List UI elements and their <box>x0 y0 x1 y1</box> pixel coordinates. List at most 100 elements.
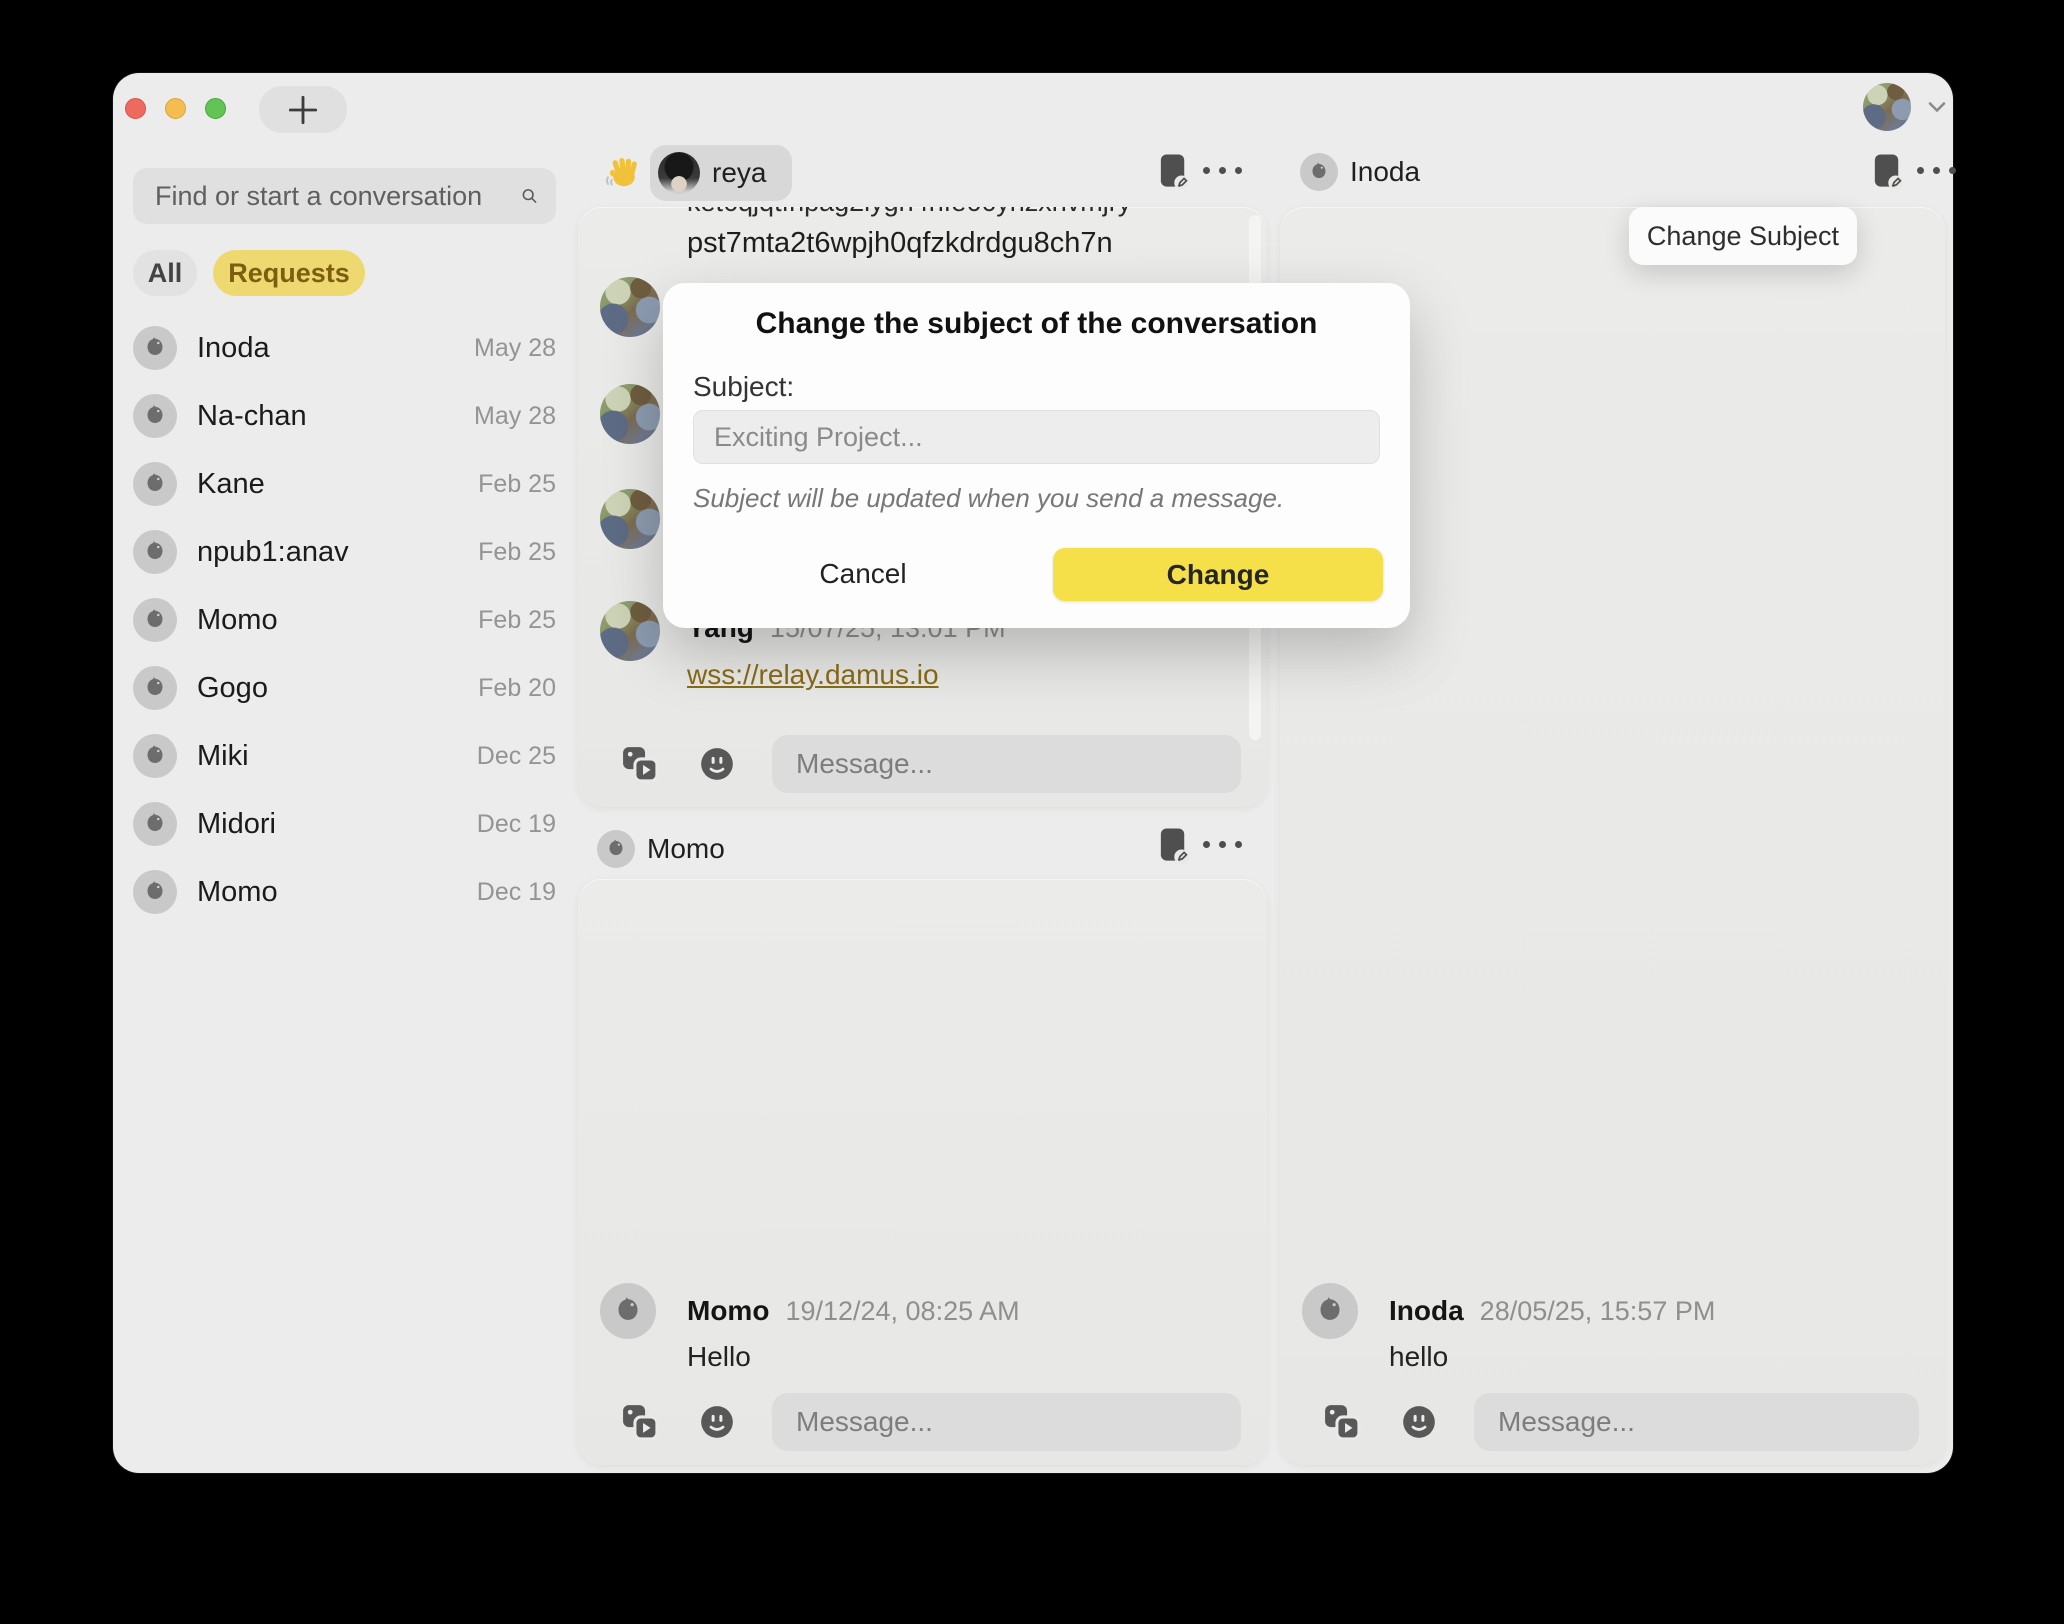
conversation-date: May 28 <box>474 334 556 363</box>
emoji-icon[interactable] <box>698 1403 736 1441</box>
sender-name: Momo <box>687 1295 769 1326</box>
chat-chip-reya[interactable]: reya <box>650 145 792 201</box>
conversation-name: Miki <box>197 740 477 773</box>
zoom-button[interactable] <box>205 98 226 119</box>
conversation-list: Inoda May 28 Na-chan May 28 Kane Feb 25 … <box>133 320 556 920</box>
cancel-button[interactable]: Cancel <box>773 547 953 601</box>
npub-message-line: pst7mta2t6wpjh0qfzkdrdgu8ch7n <box>687 227 1113 260</box>
chat-title: reya <box>712 157 766 189</box>
message-composer <box>618 733 1241 795</box>
conversation-date: Feb 25 <box>478 538 556 567</box>
conversation-row[interactable]: Kane Feb 25 <box>133 456 556 512</box>
ellipsis-icon <box>1917 167 1956 174</box>
search-input[interactable] <box>133 168 519 224</box>
bird-avatar <box>133 530 177 574</box>
message-body: Hello <box>687 1341 751 1373</box>
conversation-row[interactable]: Midori Dec 19 <box>133 796 556 852</box>
bird-avatar <box>133 666 177 710</box>
plus-icon <box>284 91 322 129</box>
bird-avatar <box>133 462 177 506</box>
message-composer <box>1320 1391 1919 1453</box>
conversation-name: Na-chan <box>197 400 474 433</box>
screen: All Requests Inoda May 28 Na-chan May 28… <box>0 0 2064 1624</box>
change-subject-icon[interactable] <box>1869 151 1907 193</box>
filter-all[interactable]: All <box>133 250 197 296</box>
search-bar <box>133 168 556 224</box>
more-menu-icon[interactable] <box>1917 167 1956 174</box>
user-avatar <box>1863 83 1911 131</box>
change-subject-icon[interactable] <box>1155 825 1193 867</box>
more-menu-icon[interactable] <box>1203 167 1242 174</box>
emoji-icon[interactable] <box>698 745 736 783</box>
search-icon <box>519 179 540 213</box>
message-body: hello <box>1389 1341 1448 1373</box>
conversation-date: May 28 <box>474 402 556 431</box>
conversation-date: Feb 20 <box>478 674 556 703</box>
conversation-row[interactable]: Na-chan May 28 <box>133 388 556 444</box>
message-avatar <box>600 1283 656 1339</box>
minimize-button[interactable] <box>165 98 186 119</box>
reya-avatar <box>658 152 700 194</box>
change-button[interactable]: Change <box>1053 548 1383 601</box>
new-tab-button[interactable] <box>259 86 347 133</box>
traffic-lights <box>125 98 226 119</box>
message-input[interactable] <box>772 735 1241 793</box>
message-input[interactable] <box>772 1393 1241 1451</box>
change-subject-modal: Change the subject of the conversation S… <box>663 283 1410 628</box>
chevron-down-icon <box>1923 93 1951 121</box>
bird-avatar <box>133 802 177 846</box>
close-button[interactable] <box>125 98 146 119</box>
chat-panel-momo: Momo 19/12/24, 08:25 AM Hello <box>578 879 1267 1465</box>
conversation-name: Momo <box>197 876 477 909</box>
ellipsis-icon <box>1203 167 1242 174</box>
conversation-date: Dec 19 <box>477 810 556 839</box>
conversation-row[interactable]: Momo Feb 25 <box>133 592 556 648</box>
app-window: All Requests Inoda May 28 Na-chan May 28… <box>113 73 1953 1473</box>
message-timestamp: 28/05/25, 15:57 PM <box>1480 1296 1716 1326</box>
change-subject-icon[interactable] <box>1155 151 1193 193</box>
message-meta: Momo 19/12/24, 08:25 AM <box>687 1295 1020 1327</box>
media-icon[interactable] <box>1320 1400 1364 1444</box>
subject-note: Subject will be updated when you send a … <box>693 483 1284 514</box>
conversation-row[interactable]: Inoda May 28 <box>133 320 556 376</box>
conversation-row[interactable]: Momo Dec 19 <box>133 864 556 920</box>
change-subject-tooltip: Change Subject <box>1629 207 1857 265</box>
message-timestamp: 19/12/24, 08:25 AM <box>785 1296 1019 1326</box>
conversation-date: Dec 25 <box>477 742 556 771</box>
emoji-icon[interactable] <box>1400 1403 1438 1441</box>
conversation-date: Feb 25 <box>478 606 556 635</box>
bird-avatar <box>597 830 635 868</box>
conversation-date: Feb 25 <box>478 470 556 499</box>
subject-input[interactable] <box>693 410 1380 464</box>
sidebar: All Requests Inoda May 28 Na-chan May 28… <box>133 168 556 920</box>
media-icon[interactable] <box>618 742 662 786</box>
media-icon[interactable] <box>618 1400 662 1444</box>
bird-avatar <box>133 326 177 370</box>
chat-title: Inoda <box>1350 156 1420 188</box>
wave-icon <box>603 153 643 198</box>
message-avatar <box>600 601 660 661</box>
conversation-name: Momo <box>197 604 478 637</box>
ellipsis-icon <box>1203 841 1242 848</box>
conversation-row[interactable]: npub1:anav Feb 25 <box>133 524 556 580</box>
filter-requests[interactable]: Requests <box>213 250 365 296</box>
message-meta: Inoda 28/05/25, 15:57 PM <box>1389 1295 1715 1327</box>
bird-avatar <box>133 870 177 914</box>
bird-avatar <box>133 734 177 778</box>
message-avatar <box>600 384 660 444</box>
conversation-name: Inoda <box>197 332 474 365</box>
conversation-name: Gogo <box>197 672 478 705</box>
conversation-row[interactable]: Gogo Feb 20 <box>133 660 556 716</box>
chat-title: Momo <box>647 833 725 865</box>
relay-link[interactable]: wss://relay.damus.io <box>687 659 939 690</box>
more-menu-icon[interactable] <box>1203 841 1242 848</box>
account-menu[interactable] <box>1863 83 1951 131</box>
conversation-row[interactable]: Miki Dec 25 <box>133 728 556 784</box>
bird-avatar <box>1300 153 1338 191</box>
message-avatar <box>600 277 660 337</box>
subject-label: Subject: <box>693 371 794 403</box>
message-avatar <box>600 489 660 549</box>
message-input[interactable] <box>1474 1393 1919 1451</box>
modal-title: Change the subject of the conversation <box>663 307 1410 341</box>
sender-name: Inoda <box>1389 1295 1464 1326</box>
